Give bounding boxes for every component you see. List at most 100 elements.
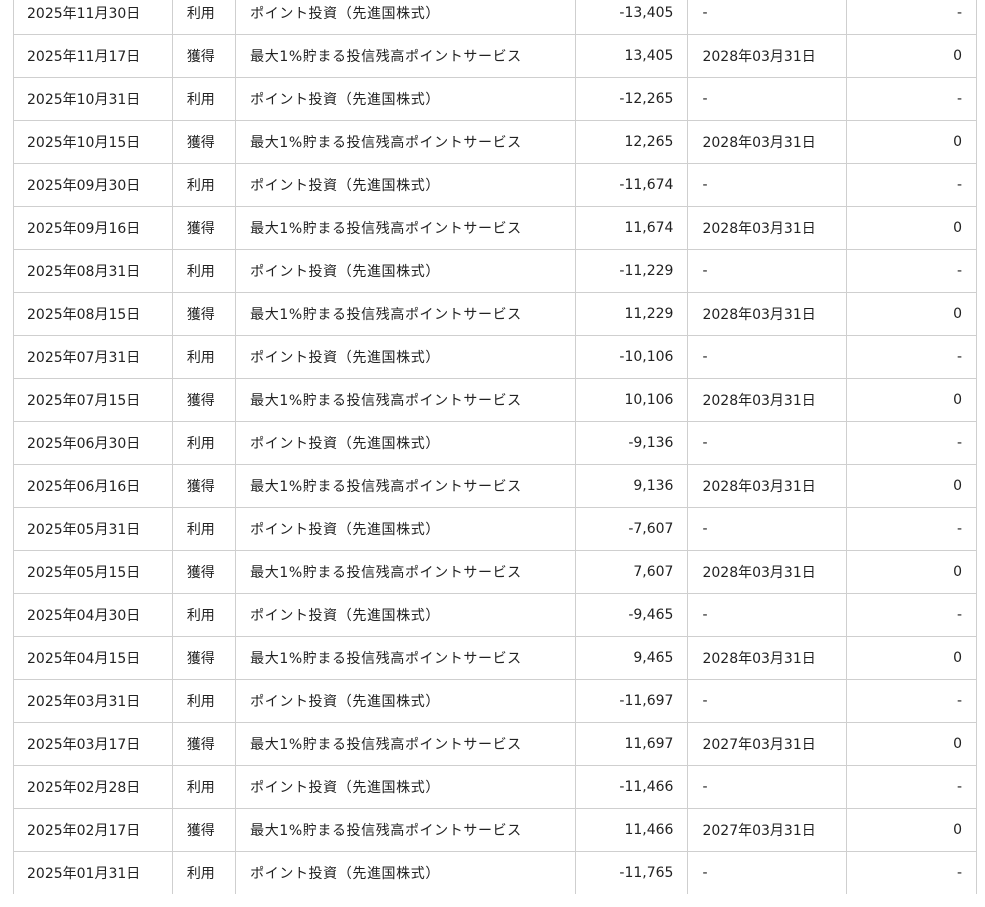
remaining-cell: 0 — [846, 292, 977, 336]
expiry-cell: 2027年03月31日 — [687, 722, 848, 766]
expiry-cell: 2028年03月31日 — [687, 378, 848, 422]
table-row: 2025年05月15日 獲得 最大1%貯まる投信残高ポイントサービス 7,607… — [13, 550, 977, 594]
table-row: 2025年08月15日 獲得 最大1%貯まる投信残高ポイントサービス 11,22… — [13, 292, 977, 336]
date-cell: 2025年02月17日 — [13, 808, 173, 852]
date-cell: 2025年06月30日 — [13, 421, 173, 465]
table-row: 2025年09月30日 利用 ポイント投資（先進国株式） -11,674 - - — [13, 163, 977, 207]
description-cell: 最大1%貯まる投信残高ポイントサービス — [235, 464, 576, 508]
date-cell: 2025年07月15日 — [13, 378, 173, 422]
table-row: 2025年04月30日 利用 ポイント投資（先進国株式） -9,465 - - — [13, 593, 977, 637]
table-row: 2025年03月17日 獲得 最大1%貯まる投信残高ポイントサービス 11,69… — [13, 722, 977, 766]
type-cell: 利用 — [171, 163, 237, 207]
type-cell: 利用 — [171, 593, 237, 637]
type-cell: 獲得 — [171, 120, 237, 164]
date-cell: 2025年04月15日 — [13, 636, 173, 680]
description-cell: 最大1%貯まる投信残高ポイントサービス — [235, 550, 576, 594]
remaining-cell: - — [846, 765, 977, 809]
points-cell: 9,465 — [574, 636, 689, 680]
expiry-cell: - — [687, 851, 848, 894]
type-cell: 利用 — [171, 0, 237, 35]
description-cell: ポイント投資（先進国株式） — [235, 765, 576, 809]
type-cell: 獲得 — [171, 378, 237, 422]
points-cell: -11,229 — [574, 249, 689, 293]
type-cell: 利用 — [171, 249, 237, 293]
expiry-cell: - — [687, 593, 848, 637]
remaining-cell: 0 — [846, 378, 977, 422]
points-cell: -11,765 — [574, 851, 689, 894]
type-cell: 獲得 — [171, 292, 237, 336]
table-row: 2025年10月31日 利用 ポイント投資（先進国株式） -12,265 - - — [13, 77, 977, 121]
date-cell: 2025年10月31日 — [13, 77, 173, 121]
points-cell: 9,136 — [574, 464, 689, 508]
remaining-cell: 0 — [846, 550, 977, 594]
description-cell: 最大1%貯まる投信残高ポイントサービス — [235, 808, 576, 852]
type-cell: 獲得 — [171, 808, 237, 852]
points-cell: 7,607 — [574, 550, 689, 594]
points-cell: -9,136 — [574, 421, 689, 465]
date-cell: 2025年05月15日 — [13, 550, 173, 594]
points-cell: -10,106 — [574, 335, 689, 379]
type-cell: 獲得 — [171, 464, 237, 508]
remaining-cell: - — [846, 249, 977, 293]
remaining-cell: - — [846, 335, 977, 379]
type-cell: 獲得 — [171, 636, 237, 680]
remaining-cell: 0 — [846, 464, 977, 508]
points-cell: -9,465 — [574, 593, 689, 637]
date-cell: 2025年04月30日 — [13, 593, 173, 637]
type-cell: 利用 — [171, 335, 237, 379]
description-cell: 最大1%貯まる投信残高ポイントサービス — [235, 120, 576, 164]
table-row: 2025年06月30日 利用 ポイント投資（先進国株式） -9,136 - - — [13, 421, 977, 465]
remaining-cell: - — [846, 0, 977, 35]
points-cell: 11,697 — [574, 722, 689, 766]
points-cell: -11,674 — [574, 163, 689, 207]
table-row: 2025年02月17日 獲得 最大1%貯まる投信残高ポイントサービス 11,46… — [13, 808, 977, 852]
date-cell: 2025年01月31日 — [13, 851, 173, 894]
type-cell: 利用 — [171, 851, 237, 894]
expiry-cell: - — [687, 0, 848, 35]
table-row: 2025年02月28日 利用 ポイント投資（先進国株式） -11,466 - - — [13, 765, 977, 809]
description-cell: 最大1%貯まる投信残高ポイントサービス — [235, 292, 576, 336]
date-cell: 2025年02月28日 — [13, 765, 173, 809]
remaining-cell: 0 — [846, 34, 977, 78]
table-row: 2025年08月31日 利用 ポイント投資（先進国株式） -11,229 - - — [13, 249, 977, 293]
description-cell: ポイント投資（先進国株式） — [235, 421, 576, 465]
type-cell: 獲得 — [171, 34, 237, 78]
remaining-cell: - — [846, 679, 977, 723]
date-cell: 2025年03月31日 — [13, 679, 173, 723]
table-row: 2025年10月15日 獲得 最大1%貯まる投信残高ポイントサービス 12,26… — [13, 120, 977, 164]
point-history-body: 2025年11月30日 利用 ポイント投資（先進国株式） -13,405 - -… — [13, 0, 977, 894]
remaining-cell: 0 — [846, 636, 977, 680]
expiry-cell: - — [687, 163, 848, 207]
description-cell: ポイント投資（先進国株式） — [235, 0, 576, 35]
type-cell: 利用 — [171, 77, 237, 121]
points-cell: -7,607 — [574, 507, 689, 551]
date-cell: 2025年06月16日 — [13, 464, 173, 508]
expiry-cell: 2028年03月31日 — [687, 292, 848, 336]
table-row: 2025年07月15日 獲得 最大1%貯まる投信残高ポイントサービス 10,10… — [13, 378, 977, 422]
expiry-cell: 2028年03月31日 — [687, 464, 848, 508]
date-cell: 2025年11月30日 — [13, 0, 173, 35]
description-cell: 最大1%貯まる投信残高ポイントサービス — [235, 722, 576, 766]
remaining-cell: - — [846, 507, 977, 551]
points-cell: 11,229 — [574, 292, 689, 336]
date-cell: 2025年09月30日 — [13, 163, 173, 207]
type-cell: 利用 — [171, 507, 237, 551]
expiry-cell: - — [687, 507, 848, 551]
remaining-cell: 0 — [846, 206, 977, 250]
points-cell: 12,265 — [574, 120, 689, 164]
table-row: 2025年11月17日 獲得 最大1%貯まる投信残高ポイントサービス 13,40… — [13, 34, 977, 78]
description-cell: ポイント投資（先進国株式） — [235, 163, 576, 207]
table-row: 2025年04月15日 獲得 最大1%貯まる投信残高ポイントサービス 9,465… — [13, 636, 977, 680]
date-cell: 2025年11月17日 — [13, 34, 173, 78]
remaining-cell: - — [846, 163, 977, 207]
table-row: 2025年06月16日 獲得 最大1%貯まる投信残高ポイントサービス 9,136… — [13, 464, 977, 508]
expiry-cell: - — [687, 335, 848, 379]
description-cell: ポイント投資（先進国株式） — [235, 679, 576, 723]
expiry-cell: 2028年03月31日 — [687, 636, 848, 680]
expiry-cell: 2028年03月31日 — [687, 550, 848, 594]
description-cell: 最大1%貯まる投信残高ポイントサービス — [235, 636, 576, 680]
description-cell: 最大1%貯まる投信残高ポイントサービス — [235, 378, 576, 422]
date-cell: 2025年08月31日 — [13, 249, 173, 293]
expiry-cell: 2028年03月31日 — [687, 120, 848, 164]
remaining-cell: 0 — [846, 808, 977, 852]
